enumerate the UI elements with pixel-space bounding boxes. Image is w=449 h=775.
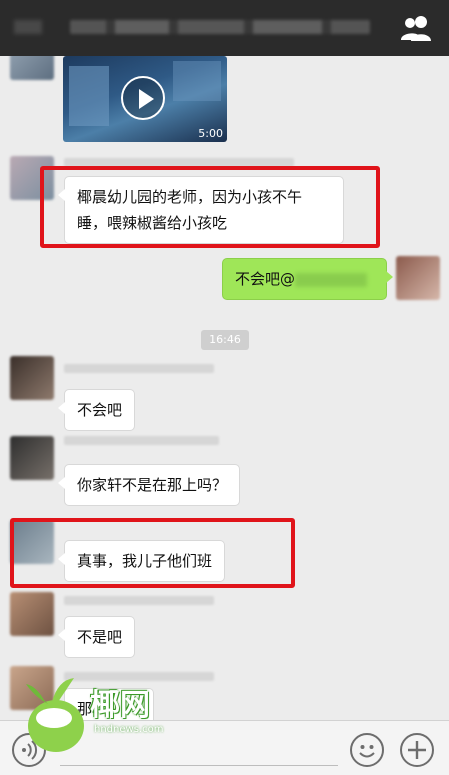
avatar[interactable] [10, 56, 54, 80]
timestamp: 16:46 [201, 330, 249, 350]
avatar[interactable] [10, 356, 54, 400]
avatar[interactable] [10, 592, 54, 636]
sender-name-blurred [64, 596, 214, 605]
message-bubble[interactable]: 椰晨幼儿园的老师，因为小孩不午睡，喂辣椒酱给小孩吃 [58, 176, 344, 244]
emoji-icon[interactable] [350, 733, 384, 767]
watermark-text: 椰网 [90, 688, 150, 723]
play-icon[interactable] [121, 76, 165, 120]
sender-name-blurred [64, 364, 214, 373]
video-message[interactable]: 5:00 [63, 56, 227, 142]
message-text: 不是吧 [77, 628, 123, 646]
message-bubble[interactable]: 真事，我儿子他们班 [57, 540, 226, 582]
watermark-url: hndnews.com [94, 724, 164, 735]
message-bubble[interactable]: 你家轩不是在那上吗？ [57, 464, 241, 506]
mention-blurred [295, 272, 368, 287]
top-bar [0, 0, 449, 56]
message-bubble[interactable]: 不是吧 [57, 616, 136, 658]
back-area-blurred[interactable] [14, 20, 42, 34]
message-text: 椰晨幼儿园的老师，因为小孩不午睡，喂辣椒酱给小孩吃 [77, 188, 303, 232]
avatar[interactable] [10, 156, 54, 200]
avatar[interactable] [10, 436, 54, 480]
message-bubble[interactable]: 不会吧 [57, 389, 136, 431]
coconut-logo-icon [26, 678, 84, 752]
message-bubble-outgoing[interactable]: 不会吧@ [222, 258, 393, 300]
sender-name-blurred [64, 436, 219, 445]
contacts-icon[interactable] [399, 14, 435, 42]
watermark: 椰网 hndnews.com [22, 672, 172, 762]
message-text: 你家轩不是在那上吗？ [77, 476, 228, 494]
message-text: 真事，我儿子他们班 [77, 552, 213, 570]
video-duration: 5:00 [198, 127, 223, 140]
message-text: 不会吧@ [235, 270, 296, 288]
avatar-self[interactable] [396, 256, 440, 300]
message-text: 不会吧 [77, 401, 123, 419]
avatar[interactable] [10, 520, 54, 564]
chat-area[interactable]: 5:00 椰晨幼儿园的老师，因为小孩不午睡，喂辣椒酱给小孩吃 不会吧@ 16:4… [0, 56, 449, 720]
plus-icon[interactable] [400, 733, 434, 767]
sender-name-blurred [64, 158, 294, 167]
chat-title-blurred [70, 20, 370, 34]
message-input[interactable] [60, 765, 338, 766]
